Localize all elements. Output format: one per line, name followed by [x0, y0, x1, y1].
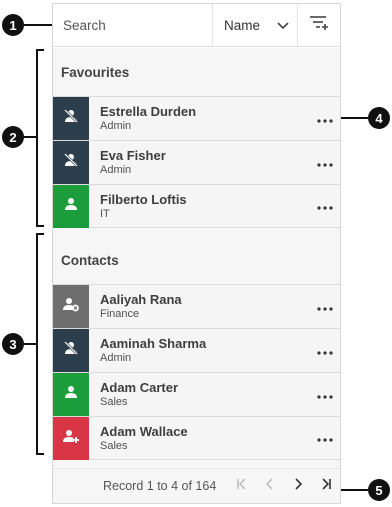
previous-page-button[interactable]: [256, 472, 284, 500]
user-icon: [63, 196, 79, 217]
avatar: [53, 184, 89, 228]
contact-role: Admin: [100, 352, 132, 364]
callout-4: 4: [368, 107, 390, 129]
contacts-header: Contacts: [61, 252, 119, 268]
more-options-button[interactable]: [310, 373, 340, 416]
more-options-button[interactable]: [310, 329, 340, 372]
contact-role: Sales: [100, 439, 128, 452]
pagination-bar: Record 1 to 4 of 164: [53, 468, 340, 503]
more-options-button[interactable]: [310, 185, 340, 228]
more-horizontal-icon: [317, 154, 333, 172]
avatar: [53, 416, 89, 460]
filter-button[interactable]: [297, 4, 340, 46]
list-item[interactable]: Aaliyah Rana Finance: [53, 284, 340, 328]
first-page-button[interactable]: [228, 472, 256, 500]
callout-2: 2: [2, 126, 24, 148]
user-add-icon: [62, 428, 80, 449]
contact-name: Filberto Loftis: [100, 191, 187, 207]
user-off-icon: [63, 152, 79, 173]
user-icon: [63, 384, 79, 405]
avatar: [53, 329, 89, 372]
contact-name: Aaminah Sharma: [100, 336, 207, 351]
user-away-icon: [62, 296, 80, 317]
contact-name: Adam Wallace: [100, 423, 188, 439]
callout-5: 5: [368, 479, 390, 501]
contact-role: Admin: [100, 164, 132, 176]
contacts-panel: Search Name Favourites Estrella Durden A…: [52, 3, 341, 504]
more-horizontal-icon: [317, 197, 333, 215]
contact-role: Admin: [100, 120, 132, 132]
last-page-icon: [320, 477, 332, 495]
chevron-down-icon: [277, 18, 289, 33]
list-item[interactable]: Estrella Durden Admin: [53, 96, 340, 140]
contact-name: Adam Carter: [100, 380, 179, 395]
more-horizontal-icon: [317, 298, 333, 316]
sort-label: Name: [224, 17, 261, 33]
contact-role: Finance: [100, 308, 140, 320]
previous-page-icon: [264, 477, 276, 495]
avatar: [53, 285, 89, 328]
more-horizontal-icon: [317, 342, 333, 360]
next-page-button[interactable]: [284, 472, 312, 500]
last-page-button[interactable]: [312, 472, 340, 500]
callout-3: 3: [2, 333, 24, 355]
search-input[interactable]: Search: [53, 4, 212, 46]
callout-2-leader: [24, 136, 36, 138]
next-page-icon: [292, 477, 304, 495]
list-item[interactable]: Adam Carter Sales: [53, 372, 340, 416]
contact-role: IT: [100, 207, 110, 220]
favourites-header: Favourites: [61, 64, 130, 80]
list-item[interactable]: Filberto Loftis IT: [53, 184, 340, 228]
callout-1: 1: [2, 14, 24, 36]
more-options-button[interactable]: [310, 141, 340, 184]
list-item[interactable]: Eva Fisher Admin: [53, 140, 340, 184]
list-item[interactable]: Adam Wallace Sales: [53, 416, 340, 460]
contact-name: Estrella Durden: [100, 104, 197, 119]
more-options-button[interactable]: [310, 97, 340, 140]
contacts-bracket: [36, 233, 44, 455]
filter-add-icon: [309, 15, 329, 36]
avatar: [53, 373, 89, 416]
contact-name: Aaliyah Rana: [100, 292, 182, 307]
toolbar: Search Name: [53, 4, 340, 47]
sort-dropdown[interactable]: Name: [212, 4, 297, 46]
callout-3-leader: [24, 343, 36, 345]
first-page-icon: [236, 477, 248, 495]
user-off-icon: [63, 340, 79, 361]
user-off-icon: [63, 108, 79, 129]
more-horizontal-icon: [317, 110, 333, 128]
avatar: [53, 97, 89, 140]
contact-name: Eva Fisher: [100, 148, 166, 163]
more-horizontal-icon: [317, 386, 333, 404]
record-count: Record 1 to 4 of 164: [103, 479, 217, 493]
contact-list: Favourites Estrella Durden Admin Eva Fis…: [53, 48, 340, 468]
avatar: [53, 141, 89, 184]
more-options-button[interactable]: [310, 417, 340, 460]
contact-role: Sales: [100, 396, 128, 408]
more-options-button[interactable]: [310, 285, 340, 328]
favourites-bracket: [36, 49, 44, 227]
list-item[interactable]: Aaminah Sharma Admin: [53, 328, 340, 372]
more-horizontal-icon: [317, 429, 333, 447]
